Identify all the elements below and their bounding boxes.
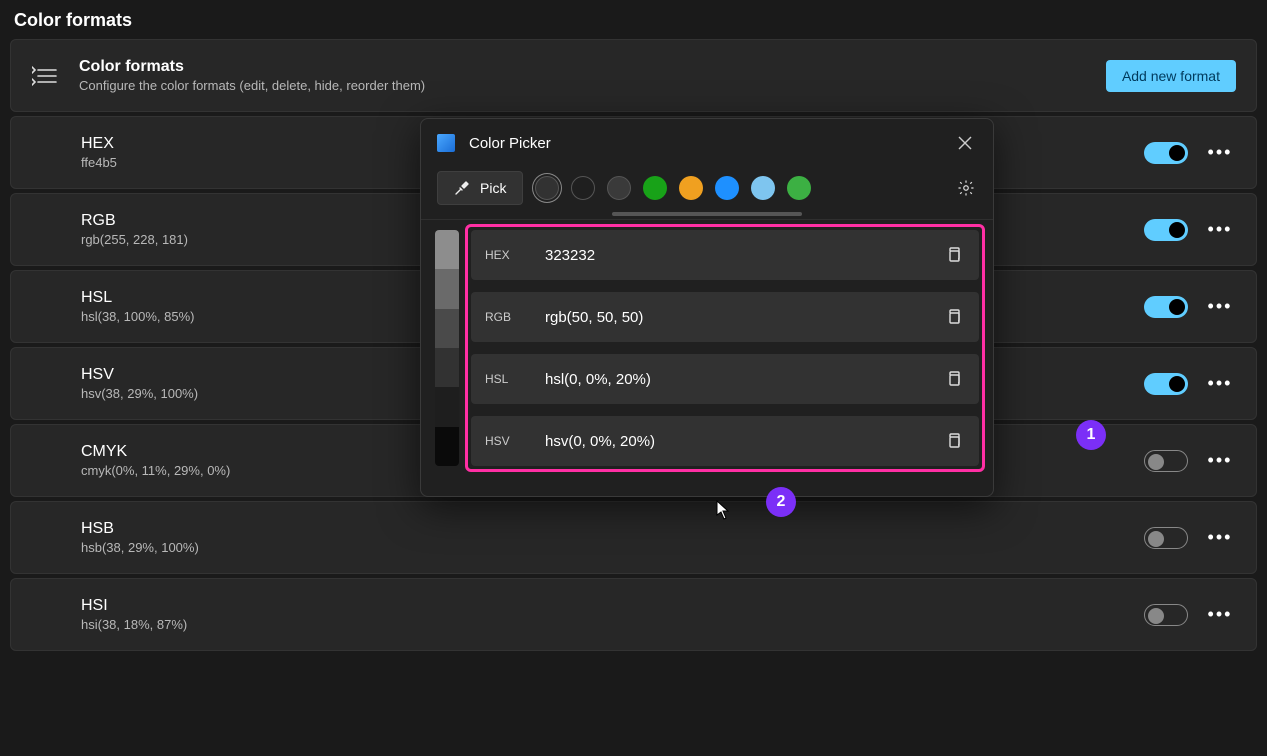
format-value: hsb(38, 29%, 100%) bbox=[81, 540, 1144, 555]
color-picker-app-icon bbox=[437, 134, 455, 152]
format-toggle[interactable] bbox=[1144, 142, 1188, 164]
shade-step[interactable] bbox=[435, 387, 459, 426]
color-value-label: RGB bbox=[485, 310, 545, 324]
format-value: hsi(38, 18%, 87%) bbox=[81, 617, 1144, 632]
color-value: hsv(0, 0%, 20%) bbox=[545, 433, 943, 450]
annotation-badge-1: 1 bbox=[1076, 420, 1106, 450]
more-options-icon[interactable]: ••• bbox=[1206, 139, 1234, 167]
format-row-hsb[interactable]: HSB hsb(38, 29%, 100%) ••• bbox=[10, 501, 1257, 574]
more-options-icon[interactable]: ••• bbox=[1206, 447, 1234, 475]
color-value: rgb(50, 50, 50) bbox=[545, 309, 943, 326]
more-options-icon[interactable]: ••• bbox=[1206, 216, 1234, 244]
color-swatch[interactable] bbox=[571, 176, 595, 200]
add-new-format-button[interactable]: Add new format bbox=[1106, 60, 1236, 92]
shade-step[interactable] bbox=[435, 427, 459, 466]
color-value-row-hsv: HSVhsv(0, 0%, 20%) bbox=[471, 416, 979, 466]
copy-icon[interactable] bbox=[943, 430, 965, 452]
color-swatch[interactable] bbox=[535, 176, 559, 200]
color-swatch[interactable] bbox=[715, 176, 739, 200]
color-value-label: HSV bbox=[485, 434, 545, 448]
format-toggle[interactable] bbox=[1144, 527, 1188, 549]
shade-step[interactable] bbox=[435, 269, 459, 308]
shade-step[interactable] bbox=[435, 230, 459, 269]
color-value-label: HSL bbox=[485, 372, 545, 386]
more-options-icon[interactable]: ••• bbox=[1206, 601, 1234, 629]
format-toggle[interactable] bbox=[1144, 373, 1188, 395]
copy-icon[interactable] bbox=[943, 368, 965, 390]
formats-header-title: Color formats bbox=[79, 58, 1106, 76]
pick-button-label: Pick bbox=[480, 180, 506, 196]
color-value: hsl(0, 0%, 20%) bbox=[545, 371, 943, 388]
color-picker-title: Color Picker bbox=[469, 135, 953, 152]
color-value: 323232 bbox=[545, 247, 943, 264]
color-swatch[interactable] bbox=[679, 176, 703, 200]
color-picker-dialog: Color Picker Pick HEX323232RGBrgb(50, 50 bbox=[420, 118, 994, 497]
color-swatch[interactable] bbox=[751, 176, 775, 200]
color-swatch[interactable] bbox=[607, 176, 631, 200]
format-toggle[interactable] bbox=[1144, 219, 1188, 241]
settings-icon[interactable] bbox=[955, 177, 977, 199]
color-value-row-hex: HEX323232 bbox=[471, 230, 979, 280]
page-title: Color formats bbox=[10, 10, 1257, 39]
color-swatch[interactable] bbox=[787, 176, 811, 200]
color-value-row-rgb: RGBrgb(50, 50, 50) bbox=[471, 292, 979, 342]
color-value-label: HEX bbox=[485, 248, 545, 262]
shade-step[interactable] bbox=[435, 348, 459, 387]
eyedropper-icon bbox=[454, 180, 470, 196]
color-swatch[interactable] bbox=[643, 176, 667, 200]
shade-step[interactable] bbox=[435, 309, 459, 348]
shade-bar[interactable] bbox=[435, 230, 459, 466]
color-value-row-hsl: HSLhsl(0, 0%, 20%) bbox=[471, 354, 979, 404]
format-name: HSI bbox=[81, 597, 1144, 615]
formats-header-card: Color formats Configure the color format… bbox=[10, 39, 1257, 112]
format-toggle[interactable] bbox=[1144, 450, 1188, 472]
format-toggle[interactable] bbox=[1144, 604, 1188, 626]
annotation-badge-2: 2 bbox=[766, 487, 796, 517]
copy-icon[interactable] bbox=[943, 244, 965, 266]
close-icon[interactable] bbox=[953, 131, 977, 155]
format-toggle[interactable] bbox=[1144, 296, 1188, 318]
more-options-icon[interactable]: ••• bbox=[1206, 293, 1234, 321]
formats-header-subtitle: Configure the color formats (edit, delet… bbox=[79, 78, 1106, 93]
pick-button[interactable]: Pick bbox=[437, 171, 523, 205]
copy-icon[interactable] bbox=[943, 306, 965, 328]
more-options-icon[interactable]: ••• bbox=[1206, 524, 1234, 552]
format-row-hsi[interactable]: HSI hsi(38, 18%, 87%) ••• bbox=[10, 578, 1257, 651]
more-options-icon[interactable]: ••• bbox=[1206, 370, 1234, 398]
format-name: HSB bbox=[81, 520, 1144, 538]
list-reorder-icon bbox=[31, 62, 59, 90]
